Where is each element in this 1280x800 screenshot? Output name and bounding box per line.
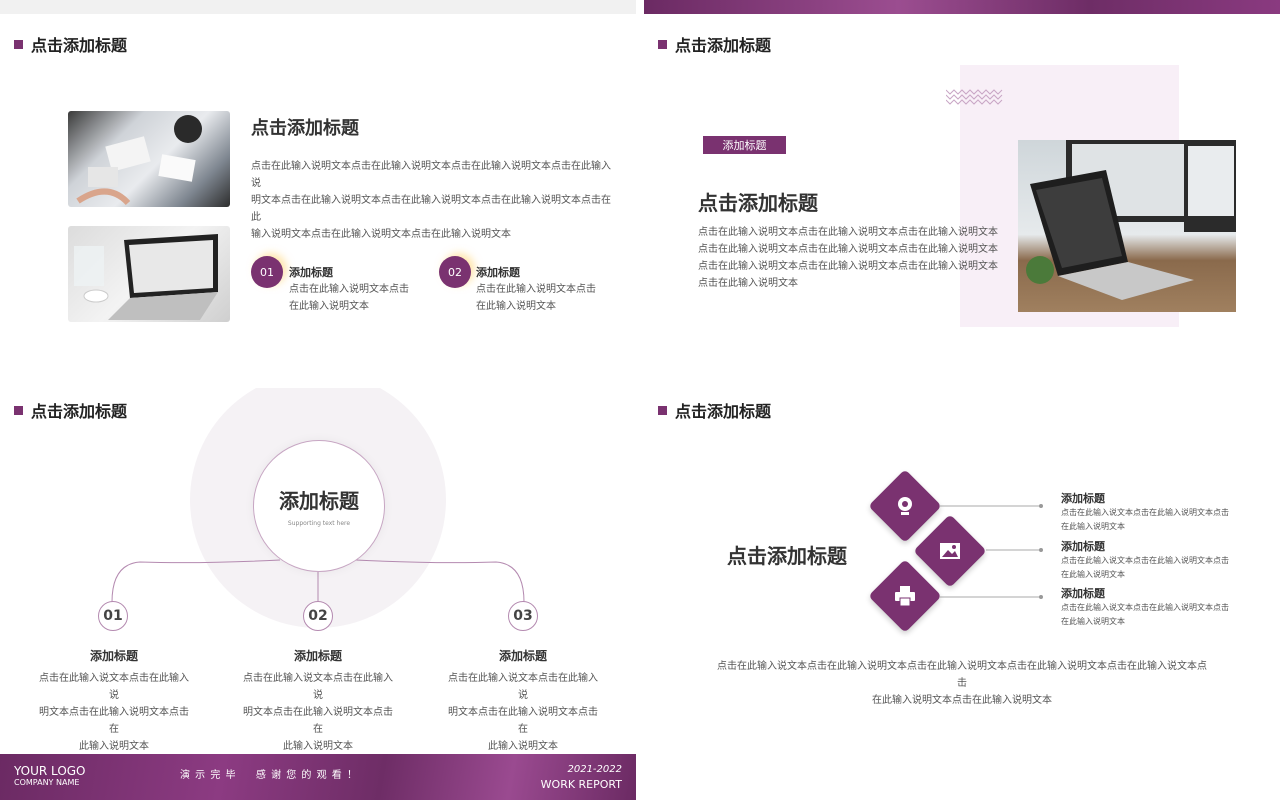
top-strip <box>0 0 636 14</box>
title-marker <box>658 39 667 49</box>
number-badge: 02 <box>439 256 471 288</box>
slide-panel-1: 点击添加标题 点击添加标题 点击在此输入说明文本点击在此输入说明文本点击在此输入… <box>0 0 636 386</box>
thanks-text: 演 示 完 毕 感 谢 您 的 观 看 ！ <box>180 770 358 781</box>
item-text: 点击在此输入说文本点击在此输入说 明文本点击在此输入说明文本点击在 此输入说明文… <box>39 673 189 752</box>
item-title: 添加标题 <box>498 649 547 663</box>
body-text: 点击在此输入说明文本点击在此输入说明文本点击在此输入说明文本 点击在此输入说明文… <box>698 224 998 292</box>
feature-item: 添加标题 点击在此输入说文本点击在此输入说明文本点击 在此输入说明文本 <box>1061 538 1261 582</box>
feature-item: 添加标题 点击在此输入说文本点击在此输入说明文本点击 在此输入说明文本 <box>1061 585 1261 629</box>
printer-icon <box>879 570 931 622</box>
body-line: 在此输入说明文本点击在此输入说明文本 <box>872 695 1052 706</box>
body-line: 点击在此输入说明文本 <box>698 278 798 289</box>
heading: 点击添加标题 <box>698 191 818 215</box>
body-line: 输入说明文本点击在此输入说明文本点击在此输入说明文本 <box>251 229 511 240</box>
number-badge: 03 <box>508 601 538 631</box>
center-subtitle: Supporting text here <box>287 520 351 527</box>
body-line: 点击在此输入说明文本点击在此输入说明文本点击在此输入说明文本点击在此输入说 <box>251 161 611 189</box>
body-text: 点击在此输入说明文本点击在此输入说明文本点击在此输入说明文本点击在此输入说 明文… <box>251 158 611 243</box>
report-label: WORK REPORT <box>540 778 622 791</box>
year-range: 2021-2022 <box>567 764 622 775</box>
body-line: 点击在此输入说明文本点击在此输入说明文本点击在此输入说明文本 <box>698 244 998 255</box>
logo-text: YOUR LOGO <box>14 764 86 778</box>
item-text: 点击在此输入说明文本点击 在此输入说明文本 <box>476 284 596 312</box>
top-strip <box>644 0 1280 14</box>
feature-item: 添加标题 点击在此输入说文本点击在此输入说明文本点击 在此输入说明文本 <box>1061 490 1261 534</box>
tag-label: 添加标题 <box>703 136 786 154</box>
number-badge: 01 <box>98 601 128 631</box>
item-title: 添加标题 <box>1061 492 1105 505</box>
body-line: 明文本点击在此输入说明文本点击在此输入说明文本点击在此输入说明文本点击在此 <box>251 195 611 223</box>
number-badge: 01 <box>251 256 283 288</box>
title-marker <box>14 39 23 49</box>
slide-panel-3: 点击添加标题 添加标题 Supporting text here 01 02 0… <box>0 388 636 800</box>
center-circle: 添加标题 Supporting text here <box>253 440 385 572</box>
desk-laptop-photo-icon <box>1018 140 1236 312</box>
number-badge: 02 <box>303 601 333 631</box>
body-line: 点击在此输入说明文本点击在此输入说明文本点击在此输入说明文本 <box>698 227 998 238</box>
company-name: COMPANY NAME <box>14 778 80 787</box>
item-title: 添加标题 <box>293 649 342 663</box>
item-text: 点击在此输入说文本点击在此输入说明文本点击 在此输入说明文本 <box>1061 603 1229 626</box>
item-block: 添加标题 点击在此输入说文本点击在此输入说 明文本点击在此输入说明文本点击在 此… <box>242 647 394 755</box>
bottom-text: 点击在此输入说文本点击在此输入说明文本点击在此输入说明文本点击在此输入说明文本点… <box>714 658 1210 709</box>
item-text: 点击在此输入说文本点击在此输入说 明文本点击在此输入说明文本点击在 此输入说明文… <box>448 673 598 752</box>
footer-bar: YOUR LOGO COMPANY NAME 演 示 完 毕 感 谢 您 的 观… <box>0 754 636 800</box>
slide-panel-2: 点击添加标题 添加标题 点击添加标题 点击在此输入说明文本点击在此输入说明文本点… <box>644 0 1280 386</box>
slide-panel-4: 点击添加标题 点击添加标题 添加标题 点击在此输入说文本点击在此输入说明文本点击… <box>644 388 1280 800</box>
laptop-photo-icon <box>68 226 230 322</box>
section-title: 点击添加标题 <box>14 32 127 56</box>
body-line: 点击在此输入说明文本点击在此输入说明文本点击在此输入说明文本 <box>698 261 998 272</box>
item-title: 添加标题 <box>476 266 520 279</box>
meeting-photo-icon <box>68 111 230 207</box>
item-block: 添加标题 点击在此输入说文本点击在此输入说 明文本点击在此输入说明文本点击在 此… <box>447 647 599 755</box>
item-text: 点击在此输入说明文本点击 在此输入说明文本 <box>289 284 409 312</box>
item-title: 添加标题 <box>1061 587 1105 600</box>
heading: 点击添加标题 <box>251 118 359 139</box>
item-text: 点击在此输入说文本点击在此输入说明文本点击 在此输入说明文本 <box>1061 556 1229 579</box>
image-icon <box>924 525 976 577</box>
item-text: 点击在此输入说文本点击在此输入说明文本点击 在此输入说明文本 <box>1061 508 1229 531</box>
item-block: 添加标题 点击在此输入说文本点击在此输入说 明文本点击在此输入说明文本点击在 此… <box>38 647 190 755</box>
body-line: 点击在此输入说文本点击在此输入说明文本点击在此输入说明文本点击在此输入说明文本点… <box>717 661 1207 689</box>
center-title: 添加标题 <box>279 489 359 513</box>
section-title: 点击添加标题 <box>658 32 771 56</box>
item-title: 添加标题 <box>289 266 333 279</box>
item-title: 添加标题 <box>89 649 138 663</box>
item-text: 点击在此输入说文本点击在此输入说 明文本点击在此输入说明文本点击在 此输入说明文… <box>243 673 393 752</box>
zigzag-decoration-icon <box>946 89 1003 105</box>
item-title: 添加标题 <box>1061 540 1105 553</box>
